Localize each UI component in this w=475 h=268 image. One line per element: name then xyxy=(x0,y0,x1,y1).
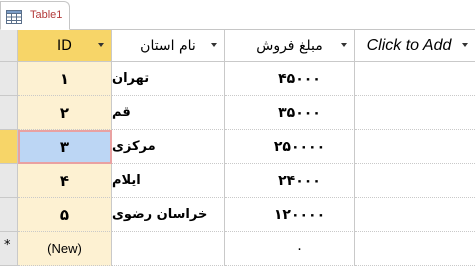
new-record-icon: * xyxy=(4,238,11,253)
cell-province[interactable] xyxy=(112,232,225,266)
chevron-down-icon[interactable] xyxy=(462,43,468,47)
cell-province[interactable]: ایلام xyxy=(112,164,225,198)
cell-id[interactable]: ۱ xyxy=(18,62,112,96)
table-row: ۵ خراسان رضوی ۱۲۰۰۰۰ xyxy=(18,198,475,232)
chevron-down-icon[interactable] xyxy=(98,43,104,47)
table-row: ۱ تهران ۴۵۰۰۰ xyxy=(18,62,475,96)
cell-add[interactable] xyxy=(355,164,475,198)
row-selector-current[interactable] xyxy=(0,130,18,164)
cell-sales[interactable]: ۴۵۰۰۰ xyxy=(225,62,355,96)
datasheet-grid: ID نام استان مبلغ فروش Click to Add * ۱ … xyxy=(0,30,475,268)
cell-sales[interactable]: ۲۵۰۰۰۰ xyxy=(225,130,355,164)
table-row: ۳ مرکزی ۲۵۰۰۰۰ xyxy=(18,130,475,164)
table-icon xyxy=(6,9,22,28)
cell-sales-default[interactable]: ۰ xyxy=(225,232,355,266)
chevron-down-icon[interactable] xyxy=(211,43,217,47)
column-header-label: Click to Add xyxy=(366,36,452,54)
column-header-label: مبلغ فروش xyxy=(256,37,323,54)
column-header-label: ID xyxy=(57,37,72,54)
cell-id[interactable]: ۵ xyxy=(18,198,112,232)
column-header-label: نام استان xyxy=(140,37,196,54)
table-row: ۲ قم ۳۵۰۰۰ xyxy=(18,96,475,130)
row-selector[interactable] xyxy=(0,164,18,198)
document-tab-table1[interactable]: Table1 xyxy=(0,1,70,30)
cell-sales[interactable]: ۱۲۰۰۰۰ xyxy=(225,198,355,232)
select-all-corner[interactable] xyxy=(0,30,18,62)
cell-id-active[interactable]: ۳ xyxy=(18,130,112,164)
new-record-label: (New) xyxy=(47,241,82,256)
cell-id-new[interactable]: (New) xyxy=(18,232,112,266)
column-header-sales[interactable]: مبلغ فروش xyxy=(225,30,355,62)
cell-sales[interactable]: ۲۴۰۰۰ xyxy=(225,164,355,198)
cell-id[interactable]: ۲ xyxy=(18,96,112,130)
chevron-down-icon[interactable] xyxy=(341,43,347,47)
column-header-click-to-add[interactable]: Click to Add xyxy=(355,30,475,62)
cell-province[interactable]: قم xyxy=(112,96,225,130)
tab-label: Table1 xyxy=(30,9,63,21)
cell-add[interactable] xyxy=(355,96,475,130)
cell-add[interactable] xyxy=(355,198,475,232)
cell-province[interactable]: تهران xyxy=(112,62,225,96)
new-record-row: (New) ۰ xyxy=(18,232,475,266)
cell-province[interactable]: مرکزی xyxy=(112,130,225,164)
row-selector[interactable] xyxy=(0,198,18,232)
cell-sales[interactable]: ۳۵۰۰۰ xyxy=(225,96,355,130)
cell-province[interactable]: خراسان رضوی xyxy=(112,198,225,232)
cell-id[interactable]: ۴ xyxy=(18,164,112,198)
row-selector[interactable] xyxy=(0,96,18,130)
table-row: ۴ ایلام ۲۴۰۰۰ xyxy=(18,164,475,198)
row-selector-new[interactable]: * xyxy=(0,232,18,266)
cell-add[interactable] xyxy=(355,232,475,266)
document-tab-strip: Table1 xyxy=(0,0,475,30)
cell-add[interactable] xyxy=(355,130,475,164)
column-header-province[interactable]: نام استان xyxy=(112,30,225,62)
row-selector[interactable] xyxy=(0,62,18,96)
cell-add[interactable] xyxy=(355,62,475,96)
column-header-id[interactable]: ID xyxy=(18,30,112,62)
